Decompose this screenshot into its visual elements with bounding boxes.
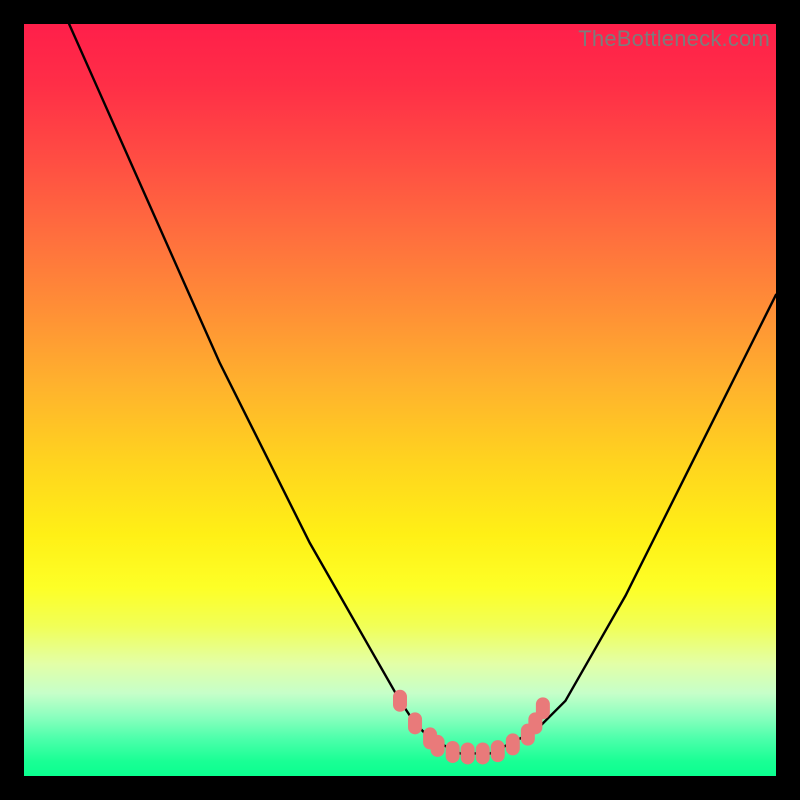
marker-point bbox=[408, 712, 422, 734]
highlight-markers bbox=[24, 24, 776, 776]
marker-point bbox=[461, 742, 475, 764]
marker-point bbox=[393, 690, 407, 712]
marker-point bbox=[446, 741, 460, 763]
watermark-text: TheBottleneck.com bbox=[578, 26, 770, 52]
marker-point bbox=[491, 740, 505, 762]
chart-frame: TheBottleneck.com bbox=[0, 0, 800, 800]
marker-point bbox=[506, 733, 520, 755]
marker-point bbox=[536, 697, 550, 719]
plot-area: TheBottleneck.com bbox=[24, 24, 776, 776]
marker-point bbox=[476, 742, 490, 764]
marker-point bbox=[431, 735, 445, 757]
